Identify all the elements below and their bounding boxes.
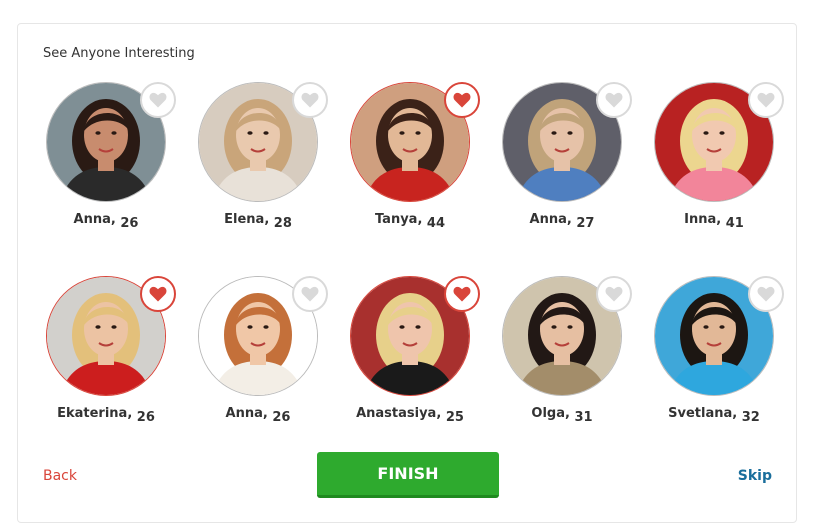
- profile-name: Anna: [225, 406, 263, 421]
- profile-caption: Inna, 41: [626, 212, 802, 231]
- avatar-wrapper: [46, 276, 176, 396]
- profile-card[interactable]: Svetlana, 32: [626, 276, 784, 436]
- profile-age: 31: [574, 410, 593, 425]
- profile-card[interactable]: Ekaterina, 26: [18, 276, 176, 436]
- caption-separator: ,: [732, 406, 742, 421]
- profile-age: 26: [136, 410, 155, 425]
- profile-age: 41: [725, 216, 744, 231]
- profile-card[interactable]: Anastasiya, 25: [322, 276, 480, 436]
- profile-name: Tanya: [374, 212, 418, 227]
- profile-caption: Ekaterina, 26: [18, 406, 194, 425]
- profile-caption: Anastasiya, 25: [322, 406, 498, 425]
- profile-name: Svetlana: [668, 406, 733, 421]
- profile-caption: Svetlana, 32: [626, 406, 802, 425]
- see-anyone-interesting-card: See Anyone Interesting Anna, 26 Elena, 28…: [17, 23, 797, 523]
- profile-age: 32: [741, 410, 760, 425]
- avatar-wrapper: [198, 82, 328, 202]
- avatar-wrapper: [46, 82, 176, 202]
- avatar-wrapper: [502, 82, 632, 202]
- profile-age: 26: [120, 216, 139, 231]
- profile-caption: Olga, 31: [474, 406, 650, 425]
- profile-card[interactable]: Inna, 41: [626, 82, 784, 242]
- heart-icon: [453, 92, 471, 108]
- like-button[interactable]: [748, 82, 784, 118]
- caption-separator: ,: [264, 212, 274, 227]
- profile-age: 26: [272, 410, 291, 425]
- profile-age: 44: [426, 216, 446, 231]
- back-link[interactable]: Back: [43, 468, 77, 484]
- profile-age: 28: [273, 216, 292, 231]
- profile-caption: Tanya, 44: [322, 212, 498, 231]
- finish-button[interactable]: FINISH: [317, 452, 499, 498]
- heart-icon: [301, 286, 319, 302]
- profile-name: Inna: [684, 212, 717, 227]
- avatar-wrapper: [350, 82, 480, 202]
- profile-card[interactable]: Anna, 26: [18, 82, 176, 242]
- profile-caption: Anna, 27: [474, 212, 650, 231]
- heart-icon: [605, 92, 623, 108]
- like-button[interactable]: [748, 276, 784, 312]
- skip-link[interactable]: Skip: [738, 468, 772, 484]
- heart-icon: [757, 286, 775, 302]
- profile-card[interactable]: Elena, 28: [170, 82, 328, 242]
- profile-card[interactable]: Olga, 31: [474, 276, 632, 436]
- avatar-wrapper: [198, 276, 328, 396]
- profile-caption: Elena, 28: [170, 212, 346, 231]
- profile-name: Anna: [529, 212, 567, 227]
- profile-age: 27: [576, 216, 595, 231]
- heart-icon: [757, 92, 775, 108]
- heart-icon: [453, 286, 471, 302]
- profile-card[interactable]: Anna, 27: [474, 82, 632, 242]
- avatar-wrapper: [350, 276, 480, 396]
- profile-grid: Anna, 26 Elena, 28 Tanya, 44 Anna, 27 Inna, …: [18, 24, 796, 522]
- caption-separator: ,: [127, 406, 137, 421]
- profile-caption: Anna, 26: [18, 212, 194, 231]
- profile-card[interactable]: Anna, 26: [170, 276, 328, 436]
- heart-icon: [149, 92, 167, 108]
- caption-separator: ,: [566, 212, 577, 227]
- caption-separator: ,: [716, 212, 726, 227]
- heart-icon: [149, 286, 167, 302]
- profile-age: 25: [445, 410, 464, 425]
- profile-name: Anna: [73, 212, 111, 227]
- avatar-wrapper: [654, 82, 784, 202]
- caption-separator: ,: [417, 212, 427, 227]
- avatar-wrapper: [502, 276, 632, 396]
- avatar-wrapper: [654, 276, 784, 396]
- profile-card[interactable]: Tanya, 44: [322, 82, 480, 242]
- caption-separator: ,: [436, 406, 446, 421]
- profile-name: Olga: [531, 406, 566, 421]
- heart-icon: [605, 286, 623, 302]
- profile-name: Elena: [224, 212, 265, 227]
- caption-separator: ,: [110, 212, 121, 227]
- profile-name: Ekaterina: [57, 406, 128, 421]
- profile-name: Anastasiya: [356, 406, 437, 421]
- caption-separator: ,: [262, 406, 273, 421]
- heart-icon: [301, 92, 319, 108]
- profile-caption: Anna, 26: [170, 406, 346, 425]
